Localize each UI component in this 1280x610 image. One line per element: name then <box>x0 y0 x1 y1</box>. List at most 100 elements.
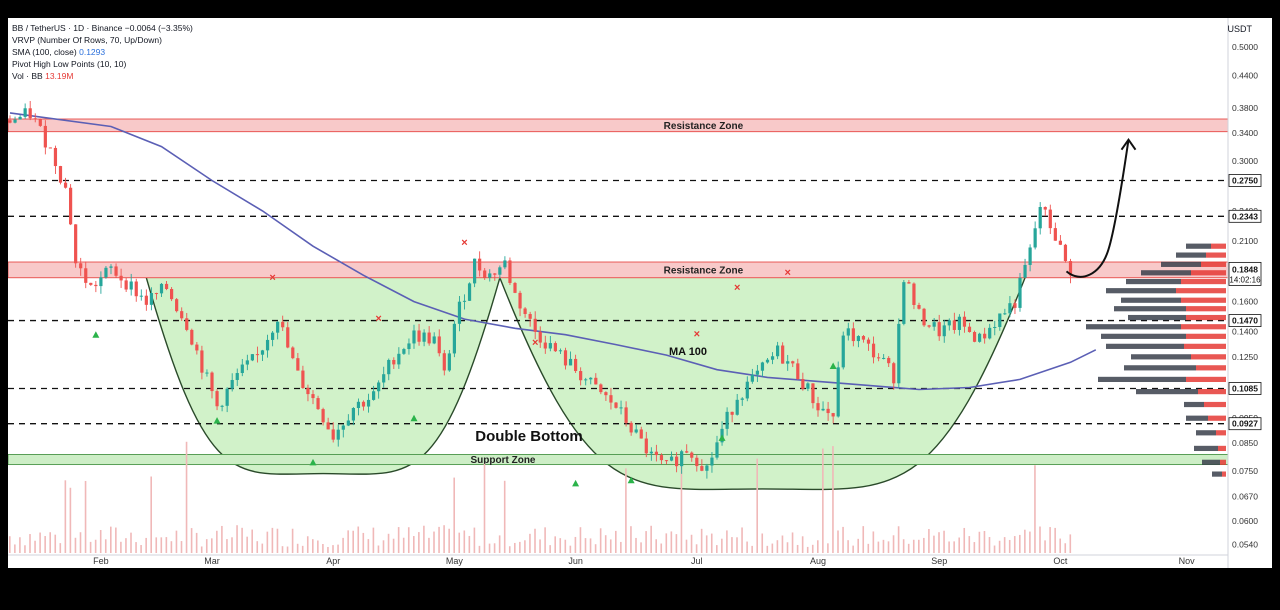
candle-body <box>462 300 467 302</box>
volume-bar <box>14 544 16 553</box>
volume-bar <box>49 532 51 553</box>
y-tick-label: 0.4400 <box>1232 70 1258 80</box>
y-tick-label: 0.5000 <box>1232 42 1258 52</box>
volume-bar <box>29 534 31 553</box>
volume-bar <box>1069 534 1072 553</box>
price-chart[interactable]: Resistance Zone Resistance Zone Support Zo… <box>8 18 1272 568</box>
candle-body <box>498 267 502 275</box>
candle-body <box>983 333 987 339</box>
currency-label[interactable]: USDT <box>1228 24 1253 34</box>
vp-row-down <box>1204 401 1226 408</box>
candle-body <box>725 411 729 429</box>
volume-bar <box>822 448 824 553</box>
candle-body <box>69 187 73 225</box>
candle-body <box>240 364 244 374</box>
volume-bar <box>928 529 930 553</box>
candle-body <box>609 395 613 403</box>
volume-bar <box>89 541 92 553</box>
volume-bar <box>473 527 476 553</box>
candle-body <box>8 120 12 123</box>
candle-body <box>180 311 184 319</box>
candle-body <box>331 429 335 440</box>
vp-row-down <box>1184 343 1226 349</box>
candle-body <box>781 345 785 364</box>
ma100-label: MA 100 <box>669 346 707 358</box>
volume-bar <box>362 532 365 553</box>
candle-body <box>1038 207 1042 229</box>
volume-bar <box>281 546 284 553</box>
volume-bar <box>84 480 87 553</box>
volume-bar <box>337 544 339 553</box>
volume-bar <box>1049 527 1051 553</box>
y-tick-label: 0.2100 <box>1232 236 1258 246</box>
vp-row-up <box>1106 288 1176 294</box>
volume-bar <box>155 537 158 553</box>
volume-bar <box>1019 534 1021 553</box>
candle-body <box>957 316 961 330</box>
candle-body <box>478 258 482 271</box>
volume-bar <box>478 545 481 553</box>
volume-bar <box>286 546 289 553</box>
pivot-high-marker: × <box>461 237 467 249</box>
volume-bar <box>776 540 779 553</box>
candle-body <box>452 323 456 354</box>
volume-bar <box>367 539 370 553</box>
candle-body <box>922 308 926 326</box>
candle-body <box>806 383 810 389</box>
volume-bar <box>175 530 178 553</box>
volume-bar <box>110 526 112 553</box>
y-tick-label: 0.3400 <box>1232 128 1258 138</box>
legend-pivots[interactable]: Pivot High Low Points (10, 10) <box>12 58 193 70</box>
candle-body <box>755 370 759 375</box>
legend-sma[interactable]: SMA (100, close) <box>12 47 77 57</box>
volume-bar <box>1013 536 1016 553</box>
candle-body <box>508 260 512 283</box>
candle-body <box>1053 228 1057 241</box>
volume-bar <box>180 541 183 553</box>
vp-row-down <box>1208 415 1226 421</box>
candle-body <box>816 403 820 411</box>
volume-bar <box>695 544 698 553</box>
candle-body <box>321 409 325 423</box>
pivot-high-marker: × <box>269 272 275 284</box>
candle-body <box>296 358 300 371</box>
candle-body <box>402 349 406 354</box>
candle-body <box>528 314 532 319</box>
candle-body <box>518 292 522 309</box>
volume-bar <box>604 535 607 553</box>
candle-body <box>397 353 401 365</box>
candle-body <box>366 399 371 407</box>
legend-change: −0.0064 (−3.35%) <box>124 23 193 33</box>
volume-bar <box>211 538 213 553</box>
y-tick-label: 0.3800 <box>1232 103 1258 113</box>
vp-row-up <box>1086 324 1181 330</box>
vp-row-down <box>1201 261 1226 267</box>
candle-body <box>700 466 704 471</box>
candle-body <box>740 398 744 400</box>
candle-body <box>265 339 270 351</box>
candle-body <box>114 266 118 276</box>
vp-row-up <box>1124 365 1196 371</box>
candle-body <box>437 336 441 354</box>
volume-bar <box>978 531 981 553</box>
candle-body <box>220 405 224 407</box>
volume-bar <box>635 537 637 553</box>
volume-bar <box>594 544 597 553</box>
volume-bar <box>746 541 748 553</box>
volume-bar <box>130 532 132 553</box>
candle-body <box>568 358 573 366</box>
pivot-high-marker: × <box>375 313 381 325</box>
volume-bar <box>423 525 425 553</box>
last-price-label: 0.1848 <box>1232 264 1258 274</box>
candle-body <box>79 263 83 269</box>
legend-volume[interactable]: Vol · BB <box>12 71 43 81</box>
candle-body <box>493 273 497 275</box>
legend-vrvp[interactable]: VRVP (Number Of Rows, 70, Up/Down) <box>12 34 193 46</box>
resistance-zone-mid <box>8 261 1229 279</box>
volume-bar <box>39 532 41 553</box>
pivot-high-marker: × <box>784 267 790 279</box>
legend-symbol[interactable]: BB / TetherUS · 1D · Binance <box>12 23 122 33</box>
candle-body <box>215 391 219 407</box>
candle-body <box>998 313 1002 327</box>
candle-body <box>442 353 446 371</box>
